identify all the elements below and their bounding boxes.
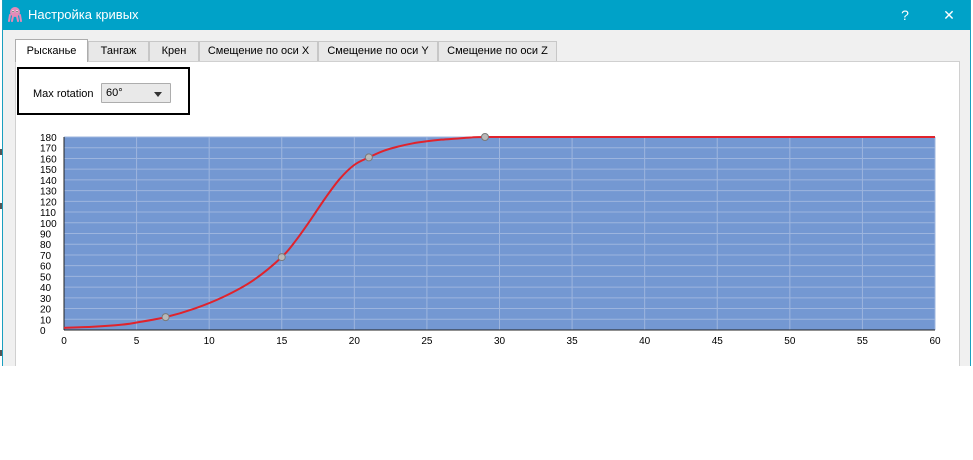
y-tick-label: 80 — [40, 240, 52, 251]
curve-control-point[interactable] — [480, 133, 489, 141]
x-tick-label: 30 — [494, 336, 506, 347]
x-tick-label: 10 — [204, 336, 216, 347]
y-tick-label: 150 — [40, 165, 57, 176]
curve-control-point[interactable] — [364, 153, 373, 162]
max-rotation-value: 60° — [106, 87, 123, 99]
x-tick-label: 55 — [857, 336, 869, 347]
y-tick-label: 140 — [40, 176, 57, 187]
x-tick-label: 40 — [639, 336, 651, 347]
x-tick-label: 0 — [61, 336, 67, 347]
edge-mark — [0, 350, 2, 356]
edge-mark — [0, 203, 2, 209]
x-tick-label: 15 — [276, 336, 288, 347]
y-tick-label: 20 — [40, 305, 52, 316]
x-tick-label: 25 — [421, 336, 433, 347]
x-tick-label: 60 — [929, 336, 941, 347]
tab-yaw[interactable]: Рысканье — [15, 39, 88, 62]
y-tick-label: 170 — [40, 144, 57, 155]
chevron-down-icon — [154, 92, 162, 97]
y-tick-label: 10 — [40, 315, 52, 326]
curve-control-point[interactable] — [161, 313, 170, 322]
x-tick-label: 5 — [134, 336, 140, 347]
y-tick-label: 40 — [40, 283, 52, 294]
y-tick-label: 110 — [40, 208, 56, 219]
y-tick-label: 90 — [40, 230, 52, 241]
edge-mark — [0, 149, 2, 155]
y-tick-label: 180 — [40, 133, 57, 144]
y-tick-label: 60 — [40, 262, 52, 273]
max-rotation-label: Max rotation — [33, 88, 94, 100]
y-tick-label: 120 — [40, 197, 57, 208]
y-tick-label: 160 — [40, 154, 57, 165]
x-tick-label: 45 — [712, 336, 724, 347]
y-tick-label: 100 — [40, 219, 57, 230]
y-tick-label: 30 — [40, 294, 52, 305]
y-tick-label: 130 — [40, 187, 57, 198]
curve-control-point[interactable] — [277, 253, 286, 262]
x-tick-label: 35 — [567, 336, 579, 347]
y-tick-label: 70 — [40, 251, 52, 262]
max-rotation-dropdown[interactable]: 60° — [101, 83, 171, 103]
x-tick-label: 20 — [349, 336, 361, 347]
y-tick-label: 50 — [40, 272, 52, 283]
y-tick-label: 0 — [40, 326, 46, 337]
x-tick-label: 50 — [784, 336, 796, 347]
curve-chart[interactable]: 0102030405060708090100110120130140150160… — [0, 0, 973, 370]
max-rotation-group: Max rotation 60° — [17, 67, 190, 115]
